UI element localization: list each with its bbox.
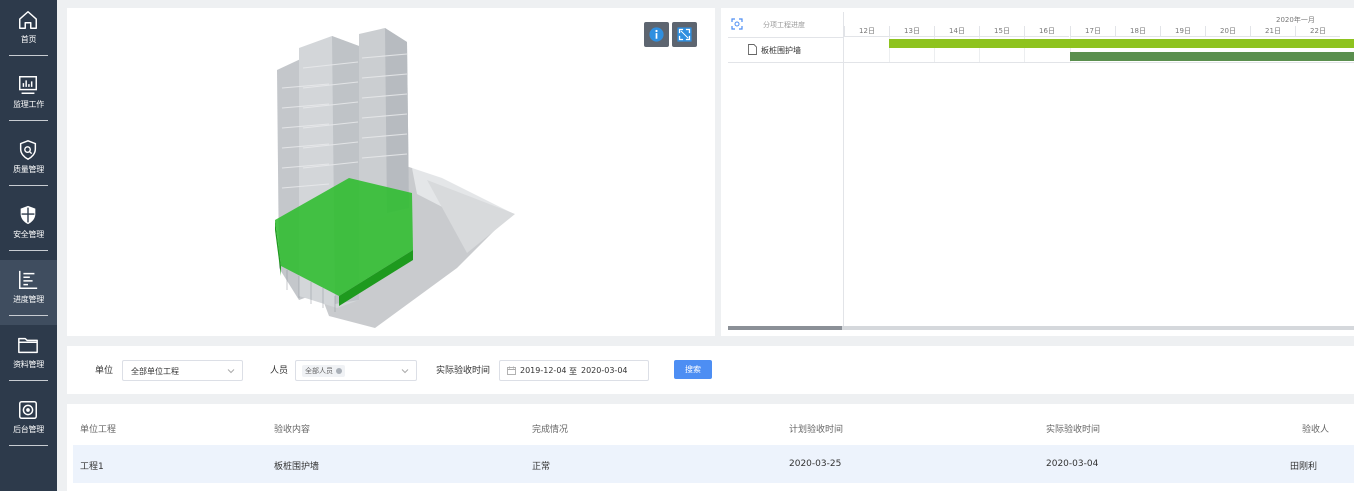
sidebar-item-label: 首页	[20, 35, 37, 44]
gantt-scrollbar-thumb[interactable]	[728, 326, 842, 330]
sidebar-item-supervision[interactable]: 监理工作	[0, 65, 57, 130]
chevron-down-icon	[401, 369, 409, 374]
shield-icon	[20, 205, 36, 225]
sidebar-item-label: 进度管理	[13, 295, 44, 304]
search-button[interactable]: 搜索	[674, 360, 712, 379]
folder-icon	[18, 337, 38, 354]
column-header: 实际验收时间	[1046, 425, 1101, 435]
settings-icon	[19, 401, 37, 419]
table-cell: 2020-03-04	[1046, 459, 1099, 469]
sidebar-item-quality[interactable]: 质量管理	[0, 130, 57, 195]
date-start[interactable]: 2019-12-04	[520, 366, 567, 375]
gantt-plan-bar[interactable]	[889, 39, 1354, 48]
date-label: 实际验收时间	[436, 366, 491, 376]
column-header: 单位工程	[80, 425, 117, 435]
document-icon	[748, 44, 757, 55]
gantt-panel: 分项工程进度 2020年一月 12日 13日 14日 15日 16日 17日 1…	[721, 8, 1354, 336]
person-select[interactable]: 全部人员	[295, 360, 417, 381]
sidebar: 首页 监理工作 质量管理 安全管理 进度管理 资料管理 后台管理	[0, 0, 57, 491]
person-tag[interactable]: 全部人员	[302, 365, 345, 377]
filter-bar: 单位 全部单位工程 人员 全部人员 实际验收时间 2019-12-04 至 20…	[67, 346, 1354, 394]
gantt-month-label: 2020年一月	[1276, 16, 1315, 24]
fullscreen-icon	[677, 27, 692, 42]
unit-select[interactable]: 全部单位工程	[122, 360, 243, 381]
gantt-grid-line	[728, 37, 844, 38]
column-header: 计划验收时间	[789, 425, 844, 435]
table-header: 单位工程 验收内容 完成情况 计划验收时间 实际验收时间 验收人	[67, 404, 1354, 445]
gantt-task-name[interactable]: 板桩围护墙	[761, 45, 801, 56]
sidebar-item-documents[interactable]: 资料管理	[0, 325, 57, 390]
tag-close-icon[interactable]	[336, 368, 342, 374]
nav-divider	[9, 55, 48, 56]
column-header: 验收内容	[274, 425, 311, 435]
date-end[interactable]: 2020-03-04	[581, 366, 628, 375]
date-separator: 至	[569, 367, 577, 376]
column-header: 完成情况	[532, 425, 569, 435]
gantt-day: 20日	[1205, 26, 1250, 37]
sidebar-item-label: 安全管理	[13, 230, 44, 239]
acceptance-table: 单位工程 验收内容 完成情况 计划验收时间 实际验收时间 验收人 工程1 板桩围…	[67, 404, 1354, 491]
table-cell: 板桩围护墙	[274, 462, 320, 472]
person-tag-label: 全部人员	[305, 367, 333, 375]
nav-divider	[9, 315, 48, 316]
chart-monitor-icon	[19, 76, 37, 94]
building-model-render[interactable]	[67, 8, 715, 336]
gantt-grid-line	[728, 62, 1354, 63]
sidebar-item-admin[interactable]: 后台管理	[0, 390, 57, 455]
table-cell: 正常	[532, 462, 551, 472]
gantt-day: 18日	[1115, 26, 1160, 37]
table-row[interactable]: 工程1 板桩围护墙 正常 2020-03-25 2020-03-04 田刚利	[73, 445, 1354, 483]
sidebar-item-label: 资料管理	[13, 360, 44, 369]
sidebar-item-safety[interactable]: 安全管理	[0, 195, 57, 260]
gantt-day: 13日	[889, 26, 934, 37]
nav-divider	[9, 380, 48, 381]
gantt-day: 22日	[1295, 26, 1340, 37]
date-range-picker[interactable]: 2019-12-04 至 2020-03-04	[499, 360, 649, 381]
gantt-day: 16日	[1024, 26, 1069, 37]
nav-divider	[9, 120, 48, 121]
home-icon	[19, 11, 37, 29]
gantt-column-divider	[843, 12, 844, 330]
column-header: 验收人	[1302, 425, 1330, 435]
gantt-day: 12日	[844, 26, 889, 37]
person-label: 人员	[270, 366, 289, 376]
sidebar-item-label: 质量管理	[13, 165, 44, 174]
nav-divider	[9, 185, 48, 186]
sidebar-item-progress[interactable]: 进度管理	[0, 260, 57, 325]
bar-chart-icon	[19, 270, 38, 289]
chevron-down-icon	[227, 369, 235, 374]
sidebar-item-home[interactable]: 首页	[0, 0, 57, 65]
calendar-icon	[507, 366, 516, 375]
info-icon	[649, 27, 664, 42]
table-cell: 工程1	[80, 462, 104, 472]
fit-view-icon[interactable]	[731, 18, 743, 30]
model-viewer-panel	[67, 8, 715, 336]
gantt-day: 19日	[1160, 26, 1205, 37]
table-cell: 田刚利	[1290, 462, 1318, 472]
model-info-button[interactable]	[644, 22, 669, 47]
gantt-day: 14日	[934, 26, 979, 37]
unit-select-value: 全部单位工程	[131, 367, 179, 376]
sidebar-item-label: 监理工作	[13, 100, 44, 109]
shield-search-icon	[19, 140, 37, 160]
gantt-header-title: 分项工程进度	[763, 21, 805, 29]
gantt-day: 15日	[979, 26, 1024, 37]
nav-divider	[9, 250, 48, 251]
nav-divider	[9, 445, 48, 446]
gantt-day: 17日	[1070, 26, 1115, 37]
unit-label: 单位	[95, 366, 114, 376]
model-fullscreen-button[interactable]	[672, 22, 697, 47]
sidebar-item-label: 后台管理	[13, 425, 44, 434]
table-cell: 2020-03-25	[789, 459, 842, 469]
gantt-day: 21日	[1250, 26, 1295, 37]
gantt-actual-bar[interactable]	[1070, 52, 1354, 61]
